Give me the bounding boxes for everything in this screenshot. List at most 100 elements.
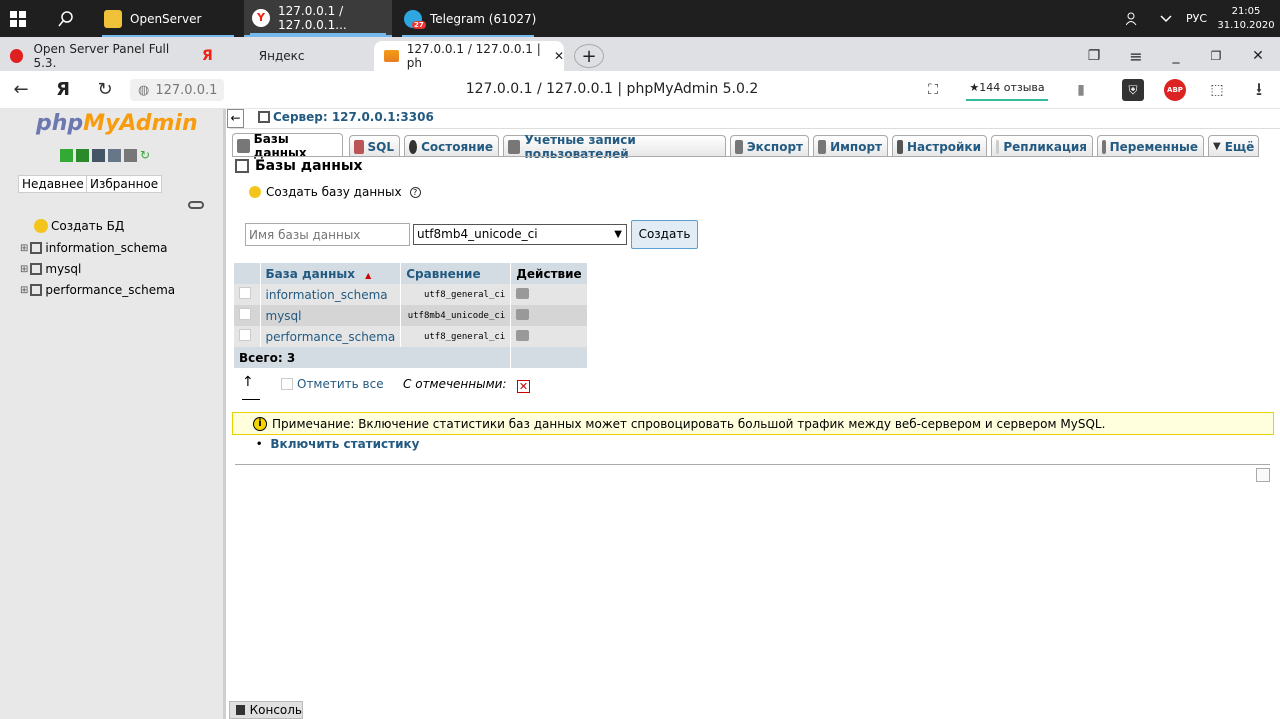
notification-badge: 27 <box>412 20 426 29</box>
tabs-icon[interactable]: ❐ <box>1082 41 1106 71</box>
row-select <box>234 326 261 347</box>
reload-navigation-icon[interactable]: ↻ <box>140 149 153 162</box>
tab-status[interactable]: Состояние <box>404 135 499 157</box>
tab-import[interactable]: Импорт <box>813 135 888 157</box>
db-name-input[interactable] <box>245 223 410 246</box>
tree-item-performance-schema[interactable]: ⊞ performance_schema <box>20 283 175 297</box>
expand-icon[interactable]: ⊞ <box>20 243 28 254</box>
logout-icon[interactable] <box>76 149 89 162</box>
privileges-icon[interactable] <box>516 287 530 299</box>
taskbar-app-telegram[interactable]: 27 Telegram (61027) <box>396 0 540 37</box>
language-indicator[interactable]: РУС <box>1186 0 1216 37</box>
close-window-icon[interactable]: ✕ <box>1246 41 1270 71</box>
windows-start-icon[interactable] <box>10 0 36 37</box>
docs-icon[interactable] <box>108 149 121 162</box>
row-action <box>510 305 588 326</box>
taskbar-app-openserver[interactable]: OpenServer <box>96 0 240 37</box>
quick-icons: ↻ <box>60 149 153 162</box>
link-icon[interactable] <box>188 201 204 209</box>
create-button[interactable]: Создать <box>631 220 698 249</box>
phpmyadmin-logo[interactable]: phpMyAdmin <box>36 111 198 136</box>
back-icon[interactable]: ← <box>10 79 32 101</box>
reload-icon[interactable]: ↻ <box>94 79 116 101</box>
url-field[interactable]: ◍ 127.0.0.1 <box>130 79 224 101</box>
settings-icon[interactable] <box>124 149 137 162</box>
search-icon[interactable] <box>58 0 80 37</box>
column-header-database[interactable]: База данных ▲ <box>260 263 402 284</box>
privileges-icon[interactable] <box>516 308 530 320</box>
enable-stats[interactable]: • Включить статистику <box>256 437 420 451</box>
query-window-icon[interactable] <box>92 149 105 162</box>
recent-tab[interactable]: Недавнее <box>18 175 88 193</box>
databases-table: База данных ▲ Сравнение Действие informa… <box>234 263 588 368</box>
shield-icon[interactable]: ⛨ <box>1122 79 1144 101</box>
row-checkbox[interactable] <box>239 308 251 320</box>
console-toggle[interactable]: Консоль <box>229 701 303 719</box>
db-link[interactable]: performance_schema <box>266 330 396 344</box>
row-checkbox[interactable] <box>239 329 251 341</box>
download-icon[interactable]: ⭳ <box>1248 79 1270 101</box>
favorites-tab[interactable]: Избранное <box>86 175 163 193</box>
new-tab-button[interactable]: + <box>574 44 604 68</box>
column-header-collation[interactable]: Сравнение <box>400 263 512 284</box>
tab-settings[interactable]: Настройки <box>892 135 987 157</box>
browser-tab-phpmyadmin[interactable]: 127.0.0.1 / 127.0.0.1 | ph ✕ <box>374 41 564 71</box>
page-heading: Базы данных <box>235 158 363 174</box>
translate-icon[interactable]: ⛶ <box>922 79 944 101</box>
tab-databases[interactable]: Базы данных <box>232 132 343 160</box>
wrench-icon <box>897 139 903 154</box>
tree-item-mysql[interactable]: ⊞ mysql <box>20 262 81 276</box>
tree-item-information-schema[interactable]: ⊞ information_schema <box>20 241 168 255</box>
tab-variables[interactable]: Переменные <box>1097 135 1204 157</box>
taskbar-app-browser[interactable]: Y 127.0.0.1 / 127.0.0.1... <box>244 0 392 37</box>
db-link[interactable]: mysql <box>266 309 302 323</box>
check-all-checkbox[interactable] <box>281 378 293 390</box>
tree-item-create-db[interactable]: Создать БД <box>34 219 124 233</box>
close-tab-icon[interactable]: ✕ <box>554 49 564 63</box>
browser-tab-yandex[interactable]: Я Яндекс <box>192 41 372 71</box>
taskbar: OpenServer Y 127.0.0.1 / 127.0.0.1... 27… <box>0 0 1280 37</box>
users-icon <box>508 139 521 154</box>
browser-tab-openserver[interactable]: Open Server Panel Full 5.3. <box>0 41 190 71</box>
table-footer: Всего: 3 <box>234 347 588 368</box>
row-select <box>234 284 261 305</box>
sql-icon <box>354 139 364 154</box>
bookmark-icon[interactable]: ▮ <box>1070 79 1092 101</box>
menu-icon[interactable]: ≡ <box>1124 41 1148 71</box>
expand-icon[interactable]: ⊞ <box>20 285 28 296</box>
collapse-panel-button[interactable]: ← <box>227 109 244 128</box>
adblock-icon[interactable]: ABP <box>1164 79 1186 101</box>
page-title[interactable]: 127.0.0.1 / 127.0.0.1 | phpMyAdmin 5.0.2 <box>430 81 794 97</box>
row-checkbox[interactable] <box>239 287 251 299</box>
home-icon[interactable] <box>60 149 73 162</box>
check-all[interactable]: Отметить все <box>281 377 384 391</box>
tab-more[interactable]: ▼ Ещё <box>1208 135 1259 157</box>
database-icon <box>30 242 43 254</box>
expand-icon[interactable]: ⊞ <box>20 264 28 275</box>
breadcrumb-server[interactable]: Сервер: 127.0.0.1:3306 <box>258 110 434 124</box>
tab-sql[interactable]: SQL <box>349 135 400 157</box>
table-row: information_schema utf8_general_ci <box>234 284 588 305</box>
extension-icon[interactable]: ⬚ <box>1206 79 1228 101</box>
maximize-icon[interactable]: ❐ <box>1204 41 1228 71</box>
people-icon[interactable] <box>1126 0 1146 37</box>
tab-export[interactable]: Экспорт <box>730 135 809 157</box>
database-icon <box>237 138 250 153</box>
minimize-icon[interactable]: _ <box>1164 41 1188 71</box>
privileges-icon[interactable] <box>516 329 530 341</box>
page-settings-icon[interactable] <box>1256 468 1270 482</box>
clock[interactable]: 21:05 31.10.2020 <box>1216 0 1276 37</box>
db-link[interactable]: information_schema <box>266 288 388 302</box>
collation-select[interactable]: utf8mb4_unicode_ci ▼ <box>413 224 627 245</box>
drop-icon[interactable]: ✕ <box>517 380 530 393</box>
yandex-home-icon[interactable]: Я <box>52 79 74 101</box>
reviews-badge[interactable]: ★144 отзыва <box>966 79 1048 101</box>
tab-replication[interactable]: Репликация <box>991 135 1093 157</box>
help-icon[interactable]: ? <box>409 186 421 198</box>
address-bar: ← Я ↻ ◍ 127.0.0.1 127.0.0.1 / 127.0.0.1 … <box>0 71 1280 109</box>
tab-user-accounts[interactable]: Учетные записи пользователей <box>503 133 726 161</box>
chevron-up-icon[interactable] <box>1160 0 1176 37</box>
server-icon <box>258 111 270 123</box>
console-icon <box>236 705 245 715</box>
new-db-icon <box>249 186 261 198</box>
